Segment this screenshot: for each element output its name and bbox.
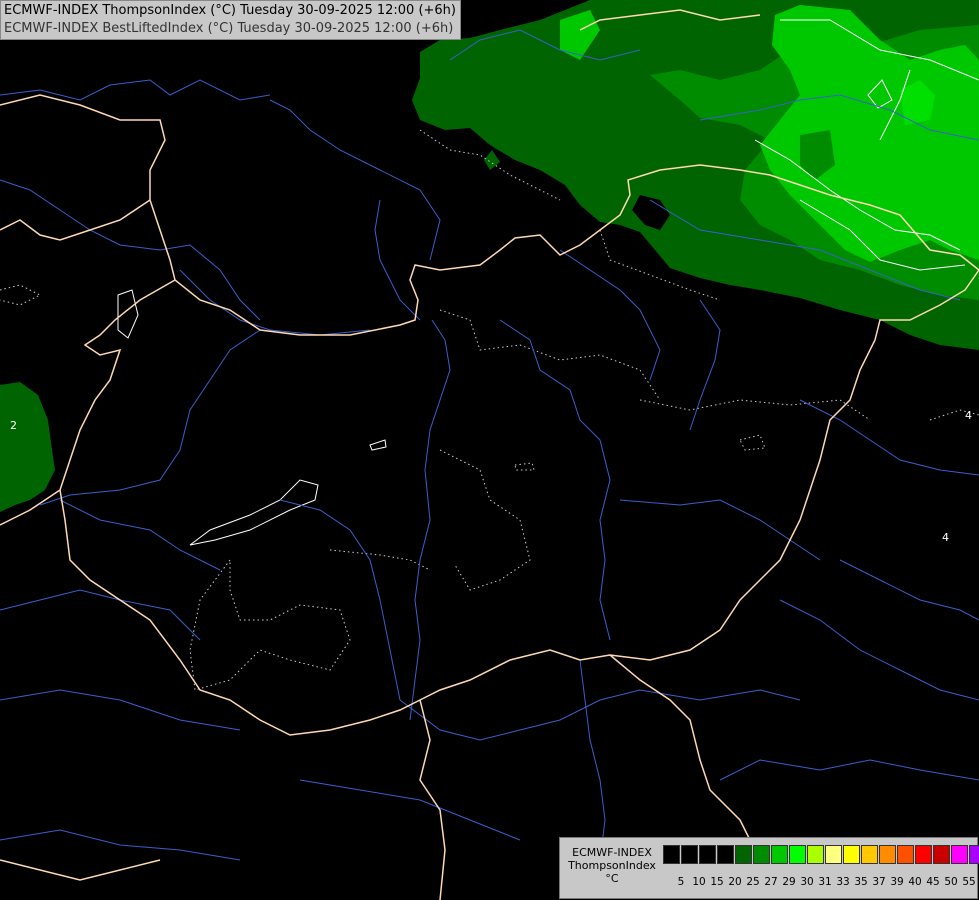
legend-tick-label: 20 — [728, 876, 742, 888]
map-title-box: ECMWF-INDEX ThompsonIndex (°C) Tuesday 3… — [0, 0, 461, 40]
legend-swatch — [789, 845, 806, 864]
color-legend: ECMWF-INDEX ThompsonIndex °C 5 10 15 20 25 27… — [559, 837, 979, 899]
legend-swatch — [861, 845, 878, 864]
legend-unit: °C — [605, 872, 619, 885]
legend-swatch — [717, 845, 734, 864]
weather-map: 2 4 4 — [0, 0, 979, 900]
legend-swatch — [933, 845, 950, 864]
legend-tick-label: 30 — [800, 876, 814, 888]
legend-ticks: 51015202527293031333537394045505560 — [672, 876, 979, 888]
legend-swatch — [807, 845, 824, 864]
legend-tick-label: 35 — [854, 876, 868, 888]
legend-tick-label: 5 — [677, 876, 685, 888]
legend-model: ECMWF-INDEX — [572, 846, 652, 859]
legend-tick-label: 15 — [710, 876, 724, 888]
legend-swatch — [753, 845, 770, 864]
legend-swatch — [879, 845, 896, 864]
legend-parameter: ThompsonIndex — [568, 859, 656, 872]
legend-tick-label: 50 — [944, 876, 958, 888]
legend-swatches — [663, 845, 979, 866]
legend-tick-label: 37 — [872, 876, 886, 888]
legend-swatch — [663, 845, 680, 864]
legend-swatch — [681, 845, 698, 864]
legend-swatch — [699, 845, 716, 864]
map-title-primary: ECMWF-INDEX ThompsonIndex (°C) Tuesday 3… — [4, 3, 456, 18]
legend-tick-label: 10 — [692, 876, 706, 888]
legend-tick-label: 29 — [782, 876, 796, 888]
contour-label-west: 2 — [10, 419, 17, 432]
legend-tick-label: 40 — [908, 876, 922, 888]
legend-tick-label: 55 — [962, 876, 976, 888]
legend-name: ECMWF-INDEX ThompsonIndex °C — [564, 846, 660, 885]
legend-tick-label: 39 — [890, 876, 904, 888]
legend-tick-label: 31 — [818, 876, 832, 888]
legend-swatch — [951, 845, 968, 864]
map-title-secondary: ECMWF-INDEX BestLiftedIndex (°C) Tuesday… — [4, 21, 454, 36]
legend-tick-label: 33 — [836, 876, 850, 888]
legend-swatch — [825, 845, 842, 864]
legend-tick-label: 25 — [746, 876, 760, 888]
legend-tick-label: 45 — [926, 876, 940, 888]
contour-label-east-upper: 4 — [965, 409, 972, 422]
legend-swatch — [915, 845, 932, 864]
legend-swatch — [735, 845, 752, 864]
legend-swatch — [897, 845, 914, 864]
contour-label-east-lower: 4 — [942, 531, 949, 544]
legend-tick-label: 27 — [764, 876, 778, 888]
legend-swatch — [969, 845, 979, 864]
legend-swatch — [843, 845, 860, 864]
legend-swatch — [771, 845, 788, 864]
